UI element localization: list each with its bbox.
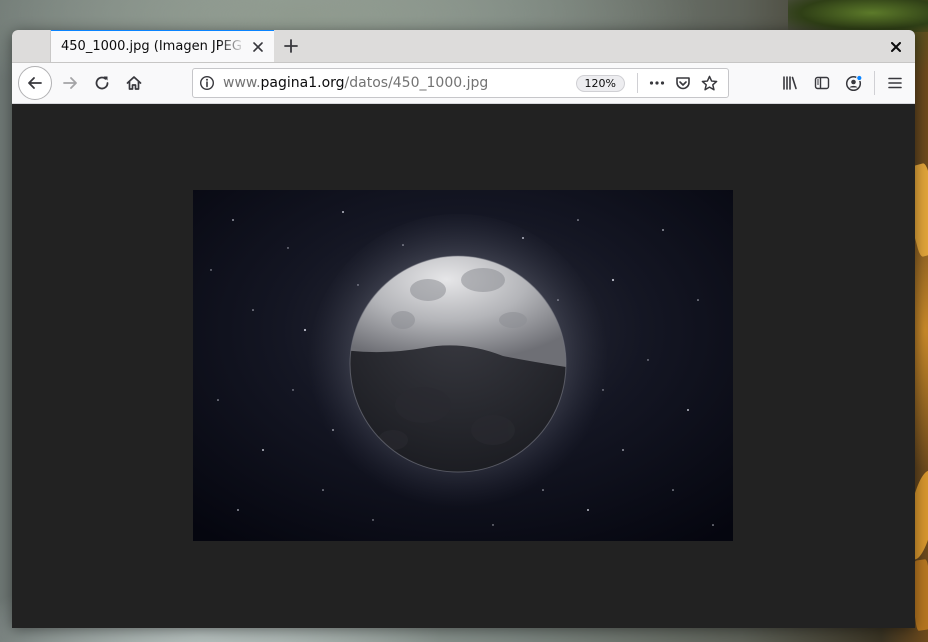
close-icon: [891, 42, 901, 52]
hamburger-menu-icon: [887, 75, 903, 91]
account-button[interactable]: [839, 68, 869, 98]
bookmark-star-button[interactable]: [696, 70, 722, 96]
tab-bar: 450_1000.jpg (Imagen JPEG: [12, 30, 915, 63]
window-close-button[interactable]: [887, 38, 905, 56]
tab-bar-spacer: [12, 30, 51, 62]
pocket-button[interactable]: [670, 70, 696, 96]
more-horizontal-icon: [649, 75, 665, 91]
pocket-icon: [675, 75, 691, 91]
url-bar-separator: [637, 73, 638, 93]
tab-active[interactable]: 450_1000.jpg (Imagen JPEG: [51, 30, 274, 62]
moon-photo[interactable]: [193, 190, 733, 541]
close-icon[interactable]: [250, 39, 266, 55]
account-icon: [845, 74, 863, 92]
new-tab-button[interactable]: [276, 30, 306, 62]
arrow-left-icon: [27, 75, 43, 91]
home-icon: [126, 75, 142, 91]
tab-title: 450_1000.jpg (Imagen JPEG: [61, 39, 242, 54]
url-host: pagina1.org: [260, 75, 345, 91]
info-icon[interactable]: [199, 75, 215, 91]
page-actions-button[interactable]: [644, 70, 670, 96]
home-button[interactable]: [119, 68, 149, 98]
url-prefix: www.: [223, 75, 261, 91]
sidebar-icon: [814, 75, 830, 91]
reload-icon: [94, 75, 110, 91]
star-icon: [701, 75, 718, 92]
image-viewer: [12, 104, 915, 628]
plus-icon: [284, 38, 298, 53]
forward-button[interactable]: [55, 68, 85, 98]
toolbar-separator: [874, 71, 875, 95]
url-bar[interactable]: www.pagina1.org/datos/450_1000.jpg 120%: [192, 68, 729, 98]
navigation-toolbar: www.pagina1.org/datos/450_1000.jpg 120%: [12, 63, 915, 104]
main-menu-button[interactable]: [880, 68, 910, 98]
arrow-right-icon: [62, 75, 78, 91]
zoom-reset-badge[interactable]: 120%: [575, 74, 625, 92]
url-text[interactable]: www.pagina1.org/datos/450_1000.jpg: [223, 75, 576, 91]
toolbar-right: [774, 68, 911, 98]
library-icon: [782, 75, 798, 91]
moon-photo-graphic: [193, 190, 733, 541]
back-button[interactable]: [18, 66, 52, 100]
browser-window: 450_1000.jpg (Imagen JPEG www.pagina1.or…: [12, 30, 915, 628]
url-path: /datos/450_1000.jpg: [344, 75, 489, 91]
reload-button[interactable]: [87, 68, 117, 98]
sidebar-button[interactable]: [807, 68, 837, 98]
library-button[interactable]: [775, 68, 805, 98]
desktop-moss-decoration: [788, 0, 928, 32]
